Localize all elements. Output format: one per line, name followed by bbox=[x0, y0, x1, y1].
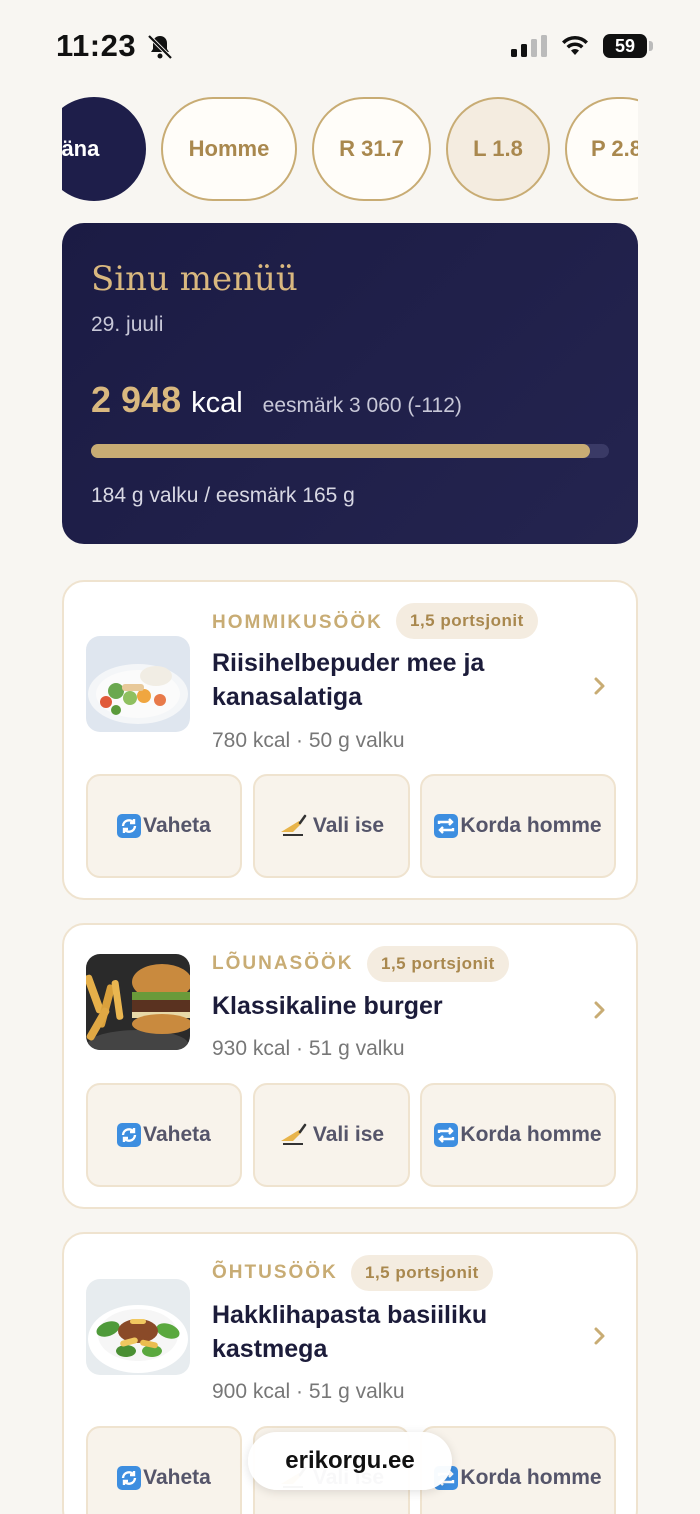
refresh-icon bbox=[117, 1123, 142, 1147]
day-chip-friday[interactable]: R 31.7 bbox=[312, 97, 431, 201]
menu-summary-card: Sinu menüü 29. juuli 2 948 kcal eesmärk … bbox=[62, 223, 638, 544]
day-selector: Täna Homme R 31.7 L 1.8 P 2.8 bbox=[62, 96, 638, 202]
choose-label: Vali ise bbox=[312, 1123, 385, 1146]
meal-nutrition: 930 kcal · 51 g valku bbox=[212, 1037, 405, 1060]
day-chip-label: Homme bbox=[188, 136, 270, 161]
summary-title: Sinu menüü bbox=[91, 259, 298, 299]
day-chip-today[interactable]: Täna bbox=[62, 97, 146, 201]
kcal-unit: kcal bbox=[191, 387, 243, 419]
day-chip-sunday[interactable]: P 2.8 bbox=[565, 97, 638, 201]
day-chip-saturday[interactable]: L 1.8 bbox=[446, 97, 550, 201]
refresh-icon bbox=[117, 814, 142, 838]
choose-button[interactable]: Vali ise bbox=[253, 774, 410, 878]
repeat-tomorrow-button[interactable]: Korda homme bbox=[420, 1083, 616, 1187]
meal-nutrition: 900 kcal · 51 g valku bbox=[212, 1380, 405, 1403]
bell-muted-icon bbox=[147, 34, 173, 60]
writing-hand-icon bbox=[280, 1123, 307, 1145]
repeat-icon bbox=[434, 1123, 459, 1147]
day-chip-label: Täna bbox=[62, 136, 100, 161]
kcal-row: 2 948 kcal eesmärk 3 060 (-112) bbox=[91, 379, 462, 421]
kcal-value: 2 948 bbox=[91, 379, 182, 420]
repeat-label: Korda homme bbox=[460, 814, 602, 837]
pasta-bowl-photo bbox=[86, 1279, 190, 1375]
chevron-right-icon[interactable] bbox=[592, 676, 608, 696]
meal-type-label: LÕUNASÖÖK bbox=[212, 953, 354, 974]
url-text: erikorgu.ee bbox=[285, 1447, 415, 1474]
swap-label: Vaheta bbox=[143, 1123, 211, 1146]
cellular-signal-icon bbox=[511, 35, 547, 57]
status-time: 11:23 bbox=[56, 28, 137, 63]
meal-name: Hakklihapasta basiiliku kastmega bbox=[212, 1301, 488, 1363]
choose-label: Vali ise bbox=[312, 814, 385, 837]
status-bar: 11:23 59 bbox=[0, 0, 700, 90]
meal-card-breakfast[interactable]: HOMMIKUSÖÖK 1,5 portsjonit Riisihelbepud… bbox=[62, 580, 638, 900]
chevron-right-icon[interactable] bbox=[592, 1326, 608, 1346]
wifi-icon bbox=[562, 35, 588, 55]
meal-nutrition: 780 kcal · 50 g valku bbox=[212, 729, 405, 752]
kcal-progress-bar bbox=[91, 444, 609, 458]
meal-type-label: HOMMIKUSÖÖK bbox=[212, 612, 383, 633]
url-pill[interactable]: erikorgu.ee bbox=[248, 1432, 452, 1490]
burger-fries-photo bbox=[86, 954, 190, 1050]
refresh-icon bbox=[117, 1466, 142, 1490]
meal-card-lunch[interactable]: LÕUNASÖÖK 1,5 portsjonit Klassikaline bu… bbox=[62, 923, 638, 1209]
meal-name: Riisihelbepuder mee ja kanasalatiga bbox=[212, 649, 485, 711]
day-chip-label: P 2.8 bbox=[591, 136, 638, 161]
kcal-goal: eesmärk 3 060 (-112) bbox=[262, 394, 462, 417]
chevron-right-icon[interactable] bbox=[592, 1000, 608, 1020]
swap-label: Vaheta bbox=[143, 1466, 211, 1489]
battery-indicator: 59 bbox=[603, 34, 647, 58]
swap-button[interactable]: Vaheta bbox=[86, 774, 242, 878]
repeat-tomorrow-button[interactable]: Korda homme bbox=[420, 774, 616, 878]
swap-label: Vaheta bbox=[143, 814, 211, 837]
portion-badge: 1,5 portsjonit bbox=[351, 1255, 493, 1291]
swap-button[interactable]: Vaheta bbox=[86, 1426, 242, 1514]
writing-hand-icon bbox=[280, 814, 307, 836]
summary-date: 29. juuli bbox=[91, 313, 164, 336]
repeat-label: Korda homme bbox=[460, 1466, 602, 1489]
protein-summary: 184 g valku / eesmärk 165 g bbox=[91, 484, 355, 507]
meal-type-label: ÕHTUSÖÖK bbox=[212, 1262, 338, 1283]
day-chip-label: L 1.8 bbox=[473, 136, 523, 161]
repeat-icon bbox=[434, 814, 459, 838]
swap-button[interactable]: Vaheta bbox=[86, 1083, 242, 1187]
day-chip-tomorrow[interactable]: Homme bbox=[161, 97, 297, 201]
salad-plate-photo bbox=[86, 636, 190, 732]
day-chip-label: R 31.7 bbox=[339, 136, 404, 161]
portion-badge: 1,5 portsjonit bbox=[396, 603, 538, 639]
repeat-label: Korda homme bbox=[460, 1123, 602, 1146]
kcal-progress-fill bbox=[91, 444, 590, 458]
meal-name: Klassikaline burger bbox=[212, 992, 443, 1020]
battery-cap bbox=[649, 41, 653, 51]
portion-badge: 1,5 portsjonit bbox=[367, 946, 509, 982]
choose-button[interactable]: Vali ise bbox=[253, 1083, 410, 1187]
